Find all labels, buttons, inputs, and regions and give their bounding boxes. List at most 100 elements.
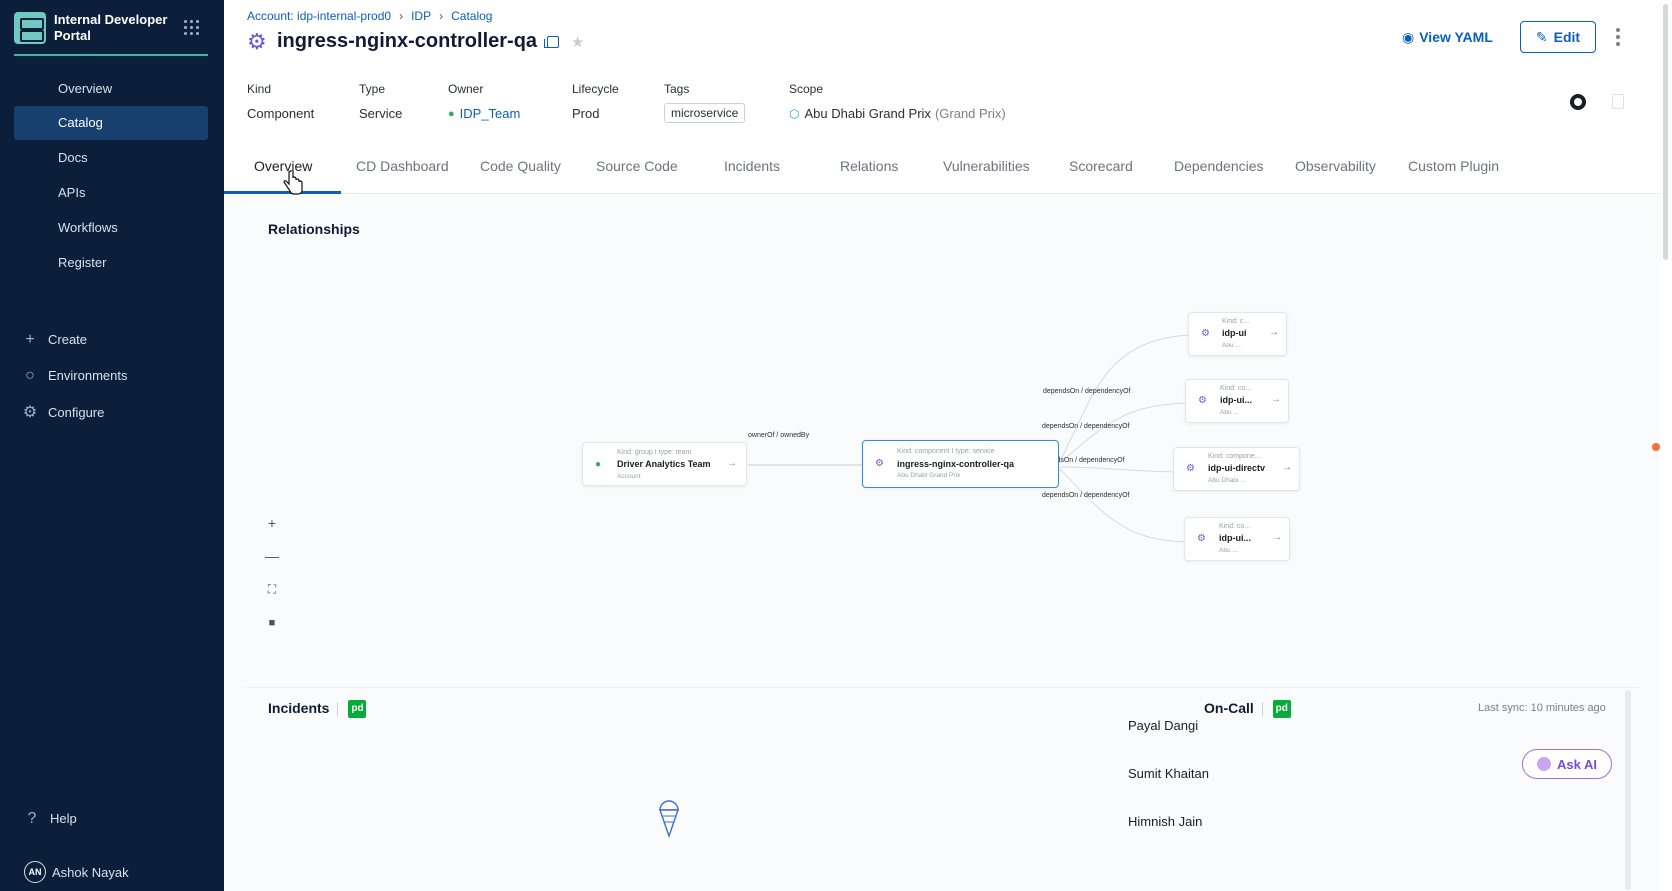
dependency-node-3[interactable]: ⚙ Kind: compone... idp-ui-directv Abu Dh… bbox=[1173, 447, 1300, 491]
tab-code-quality[interactable]: Code Quality bbox=[480, 158, 561, 174]
dependency-node-4[interactable]: ⚙ Kind: co... idp-ui... Abu ... → bbox=[1184, 517, 1290, 561]
sidebar-configure[interactable]: ⚙ Configure bbox=[22, 401, 105, 425]
oncall-person[interactable]: Himnish Jain bbox=[1128, 814, 1202, 829]
view-yaml-button[interactable]: ◉ View YAML bbox=[1402, 26, 1493, 48]
breadcrumb-account[interactable]: Account: idp-internal-prod0 bbox=[247, 9, 391, 23]
component-gear-icon: ⚙ bbox=[1197, 533, 1206, 544]
sidebar-item-workflows[interactable]: Workflows bbox=[14, 211, 208, 245]
ask-ai-label: Ask AI bbox=[1557, 756, 1597, 772]
meta-tags-label: Tags bbox=[664, 82, 690, 96]
component-gear-icon: ⚙ bbox=[1201, 328, 1210, 339]
more-options-icon[interactable] bbox=[1616, 28, 1620, 46]
portal-logo-icon bbox=[14, 12, 46, 44]
dependency-node-1[interactable]: ⚙ Kind: c... idp-ui Abu ... → bbox=[1188, 312, 1287, 356]
sidebar-item-overview[interactable]: Overview bbox=[14, 72, 208, 106]
component-gear-icon: ⚙ bbox=[247, 28, 267, 54]
apps-grid-icon[interactable] bbox=[184, 20, 200, 36]
sidebar-item-docs[interactable]: Docs bbox=[14, 141, 208, 175]
breadcrumb-catalog[interactable]: Catalog bbox=[451, 9, 492, 23]
meta-owner-value: IDP_Team bbox=[459, 106, 521, 121]
brand[interactable]: Internal Developer Portal bbox=[14, 12, 208, 56]
relationships-graph[interactable]: Relationships ownerOf / ownedBy dependsO… bbox=[224, 195, 1660, 655]
dep-node-kind: Kind: co... bbox=[1219, 523, 1251, 530]
lock-icon[interactable]: ■ bbox=[262, 613, 282, 633]
tab-dependencies[interactable]: Dependencies bbox=[1174, 158, 1264, 174]
tab-relations[interactable]: Relations bbox=[840, 158, 898, 174]
hand-pointer-cursor-icon bbox=[283, 170, 303, 195]
meta-kind-value: Component bbox=[247, 106, 315, 121]
meta-tags: Tags microservice bbox=[664, 82, 746, 123]
arrow-right-icon: → bbox=[1272, 532, 1282, 543]
tab-cd-dashboard[interactable]: CD Dashboard bbox=[356, 158, 449, 174]
tab-bar: Overview CD Dashboard Code Quality Sourc… bbox=[224, 148, 1660, 194]
meta-type-value: Service bbox=[359, 106, 403, 121]
star-icon[interactable]: ★ bbox=[571, 33, 584, 51]
tab-scorecard[interactable]: Scorecard bbox=[1069, 158, 1133, 174]
sidebar-item-catalog[interactable]: Catalog bbox=[14, 106, 208, 140]
incidents-card bbox=[246, 687, 1638, 891]
owner-link[interactable]: ● IDP_Team bbox=[448, 106, 520, 121]
notification-dot bbox=[1652, 443, 1660, 451]
document-icon[interactable] bbox=[1612, 94, 1624, 109]
oncall-person[interactable]: Sumit Khaitan bbox=[1128, 766, 1209, 781]
oncall-scrollbar[interactable] bbox=[1625, 690, 1631, 890]
dep-node-kind: Kind: compone... bbox=[1208, 453, 1261, 460]
sidebar-item-apis[interactable]: APIs bbox=[14, 176, 208, 210]
dep-node-kind: Kind: c... bbox=[1222, 318, 1250, 325]
edit-button[interactable]: ✎ Edit bbox=[1520, 21, 1596, 53]
ai-bot-icon bbox=[1537, 757, 1551, 771]
zoom-out-icon[interactable]: — bbox=[262, 546, 282, 566]
sidebar-item-register[interactable]: Register bbox=[14, 246, 208, 280]
sidebar-create[interactable]: + Create bbox=[22, 328, 87, 352]
center-node-sub: Abu Dhabi Grand Prix bbox=[897, 472, 961, 479]
sidebar-help[interactable]: ? Help bbox=[24, 807, 77, 831]
help-icon: ? bbox=[27, 810, 37, 827]
tab-vulnerabilities[interactable]: Vulnerabilities bbox=[943, 158, 1030, 174]
graph-edges bbox=[748, 334, 1191, 543]
edit-label: Edit bbox=[1553, 29, 1581, 45]
copy-icon[interactable] bbox=[544, 35, 560, 48]
arrow-right-icon: → bbox=[1282, 462, 1292, 473]
meta-scope: Scope ⬡ Abu Dhabi Grand Prix (Grand Prix… bbox=[789, 82, 1006, 121]
fit-view-icon[interactable]: ⛶ bbox=[262, 579, 282, 599]
brand-title: Internal Developer Portal bbox=[54, 12, 168, 43]
team-node-name: Driver Analytics Team bbox=[617, 459, 711, 469]
meta-scope-qualifier: (Grand Prix) bbox=[934, 106, 1006, 121]
meta-lifecycle-label: Lifecycle bbox=[572, 82, 619, 96]
sidebar: Internal Developer Portal Overview Catal… bbox=[0, 0, 224, 891]
plus-icon: + bbox=[25, 331, 35, 348]
team-node[interactable]: ● Kind: group I type: team Driver Analyt… bbox=[582, 442, 747, 486]
avatar: AN bbox=[24, 861, 46, 883]
empty-state-icecream-icon bbox=[659, 800, 679, 838]
dependency-node-2[interactable]: ⚙ Kind: co... idp-ui... Abu ... → bbox=[1185, 379, 1289, 423]
zoom-in-icon[interactable]: + bbox=[262, 513, 282, 533]
current-entity-node[interactable]: ⚙ Kind: component I type: service ingres… bbox=[862, 440, 1059, 488]
meta-scope-label: Scope bbox=[789, 82, 824, 96]
component-gear-icon: ⚙ bbox=[1186, 463, 1195, 474]
edge-label-owner: ownerOf / ownedBy bbox=[748, 432, 810, 439]
tag-chip[interactable]: microservice bbox=[664, 103, 746, 123]
team-node-sub: Account bbox=[617, 473, 641, 480]
tab-source-code[interactable]: Source Code bbox=[596, 158, 678, 174]
page-scrollbar[interactable] bbox=[1660, 0, 1672, 891]
tab-custom-plugin[interactable]: Custom Plugin bbox=[1408, 158, 1499, 174]
breadcrumb-idp[interactable]: IDP bbox=[411, 9, 431, 23]
dep-node-sub: Abu Dhabi ... bbox=[1208, 477, 1246, 484]
user-profile[interactable]: AN Ashok Nayak bbox=[24, 861, 129, 883]
dep-node-name: idp-ui bbox=[1222, 328, 1247, 338]
tab-observability[interactable]: Observability bbox=[1295, 158, 1376, 174]
view-yaml-label: View YAML bbox=[1419, 29, 1493, 45]
edge-label-dep-2: dependsOn / dependencyOf bbox=[1042, 423, 1130, 430]
dep-node-name: idp-ui... bbox=[1220, 395, 1252, 405]
sidebar-create-label: Create bbox=[48, 332, 88, 347]
ask-ai-button[interactable]: Ask AI bbox=[1522, 749, 1612, 779]
arrow-right-icon: → bbox=[727, 458, 737, 469]
oncall-person[interactable]: Payal Dangi bbox=[1128, 718, 1198, 733]
environments-icon: ○ bbox=[25, 367, 35, 384]
github-icon[interactable] bbox=[1570, 94, 1586, 110]
edge-label-dep-1: dependsOn / dependencyOf bbox=[1043, 388, 1131, 395]
dep-node-sub: Abu ... bbox=[1220, 409, 1239, 416]
sidebar-environments[interactable]: ○ Environments bbox=[22, 364, 127, 388]
title-row: ⚙ ingress-nginx-controller-qa ★ bbox=[247, 30, 584, 53]
tab-incidents[interactable]: Incidents bbox=[724, 158, 780, 174]
